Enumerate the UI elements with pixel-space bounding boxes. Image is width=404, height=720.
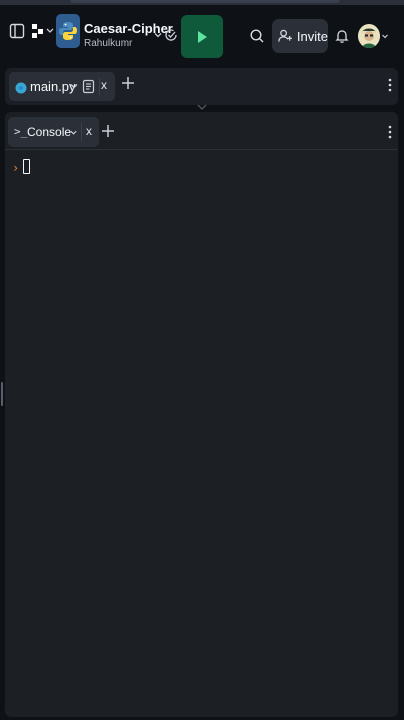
add-tab-icon[interactable] [121,76,135,90]
pane-divider-caret-icon[interactable] [197,104,207,110]
invite-button[interactable]: Invite [272,19,328,53]
tab-divider [99,78,100,95]
tab-divider [81,123,82,141]
close-tab-button[interactable]: x [101,78,107,92]
console-prompt: › [12,161,20,175]
chevron-down-icon[interactable] [69,128,78,137]
console-pane: >_ Console x › [5,112,398,717]
invite-label: Invite [296,28,328,44]
sidebar-resize-handle[interactable] [1,382,3,406]
editor-pane: main.py x [5,68,398,105]
file-history-icon[interactable] [82,79,96,94]
avatar[interactable] [358,24,380,48]
close-tab-button[interactable]: x [86,124,92,138]
run-button[interactable] [181,15,223,58]
tab-main-py[interactable]: main.py x [9,72,115,101]
python-logo-icon[interactable] [56,14,80,48]
avatar-chevron-icon[interactable] [380,31,390,41]
search-icon[interactable] [248,27,266,45]
python-file-icon [15,81,27,94]
sidebar-icon[interactable] [8,22,26,40]
terminal-icon: >_ [14,125,28,138]
console-input-cursor[interactable] [23,159,30,174]
chevron-down-icon[interactable] [69,81,79,91]
add-tab-icon[interactable] [101,124,115,138]
bell-icon[interactable] [333,27,351,45]
user-plus-icon [278,29,292,42]
more-options-icon[interactable] [388,125,392,139]
console-pane-header: >_ Console x [5,112,398,150]
project-owner[interactable]: Rahulkumr [84,38,132,49]
tab-label: Console [27,125,72,139]
tab-console[interactable]: >_ Console x [8,117,99,147]
status-check-icon[interactable] [163,27,179,43]
window-top-strip [0,0,404,5]
play-icon [198,30,207,43]
repl-menu-icon[interactable] [30,22,58,40]
more-options-icon[interactable] [388,78,392,92]
